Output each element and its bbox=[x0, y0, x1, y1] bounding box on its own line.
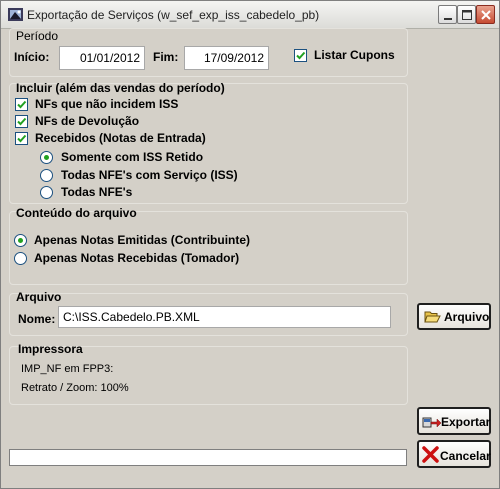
todas-nfe-servico-label: Todas NFE's com Serviço (ISS) bbox=[61, 168, 238, 182]
nfs-devolucao-checkbox[interactable] bbox=[15, 115, 28, 128]
maximize-icon bbox=[462, 10, 472, 20]
notas-recebidas-label: Apenas Notas Recebidas (Tomador) bbox=[34, 251, 240, 265]
export-icon bbox=[422, 417, 442, 428]
notas-recebidas-radio[interactable] bbox=[14, 252, 27, 265]
checkmark-icon bbox=[17, 117, 27, 126]
window-title: Exportação de Serviços (w_sef_exp_iss_ca… bbox=[27, 8, 320, 22]
cancelar-button[interactable]: Cancelar bbox=[417, 440, 491, 468]
printer-zoom-text: Retrato / Zoom: 100% bbox=[21, 382, 129, 394]
somente-iss-retido-radio[interactable] bbox=[40, 151, 53, 164]
periodo-title: Período bbox=[16, 29, 59, 43]
close-icon bbox=[481, 10, 491, 20]
checkmark-icon bbox=[17, 134, 27, 143]
incluir-title: Incluir (além das vendas do período) bbox=[16, 81, 225, 95]
nfs-devolucao-label: NFs de Devolução bbox=[35, 114, 140, 128]
nfs-nao-incidem-iss-checkbox[interactable] bbox=[15, 98, 28, 111]
checkmark-icon bbox=[296, 51, 306, 60]
title-bar[interactable]: Exportação de Serviços (w_sef_exp_iss_ca… bbox=[1, 1, 499, 29]
arquivo-button-label: Arquivo bbox=[444, 310, 490, 324]
folder-open-icon bbox=[424, 311, 441, 323]
listar-cupons-label: Listar Cupons bbox=[314, 48, 395, 62]
listar-cupons-checkbox[interactable] bbox=[294, 49, 307, 62]
todas-nfes-label: Todas NFE's bbox=[61, 185, 133, 199]
todas-nfe-servico-radio[interactable] bbox=[40, 169, 53, 182]
somente-iss-retido-label: Somente com ISS Retido bbox=[61, 150, 204, 164]
todas-nfes-radio[interactable] bbox=[40, 186, 53, 199]
exportar-button[interactable]: Exportar bbox=[417, 407, 491, 435]
recebidos-label: Recebidos (Notas de Entrada) bbox=[35, 131, 206, 145]
minimize-icon bbox=[444, 18, 452, 20]
arquivo-button[interactable]: Arquivo bbox=[417, 303, 491, 330]
checkmark-icon bbox=[17, 100, 27, 109]
fim-label: Fim: bbox=[153, 50, 179, 64]
recebidos-checkbox[interactable] bbox=[15, 132, 28, 145]
arquivo-title: Arquivo bbox=[16, 290, 62, 304]
fim-date-field[interactable]: 17/09/2012 bbox=[184, 46, 269, 70]
printer-name-text: IMP_NF em FPP3: bbox=[21, 363, 114, 375]
cancel-x-icon bbox=[422, 446, 439, 463]
conteudo-title: Conteúdo do arquivo bbox=[16, 206, 137, 220]
export-window: Exportação de Serviços (w_sef_exp_iss_ca… bbox=[0, 0, 500, 489]
inicio-date-field[interactable]: 01/01/2012 bbox=[59, 46, 145, 70]
notas-emitidas-label: Apenas Notas Emitidas (Contribuinte) bbox=[34, 233, 251, 247]
app-icon bbox=[8, 8, 23, 21]
nome-label: Nome: bbox=[18, 312, 56, 326]
minimize-button[interactable] bbox=[438, 5, 457, 24]
impressora-title: Impressora bbox=[18, 342, 83, 356]
maximize-button[interactable] bbox=[457, 5, 476, 24]
progress-bar bbox=[9, 449, 407, 466]
cancelar-button-label: Cancelar bbox=[440, 449, 491, 463]
conteudo-group bbox=[9, 211, 408, 285]
inicio-label: Início: bbox=[14, 50, 50, 64]
arquivo-nome-field[interactable]: C:\ISS.Cabedelo.PB.XML bbox=[58, 306, 391, 328]
nfs-nao-incidem-iss-label: NFs que não incidem ISS bbox=[35, 97, 179, 111]
exportar-button-label: Exportar bbox=[441, 415, 491, 429]
notas-emitidas-radio[interactable] bbox=[14, 234, 27, 247]
close-button[interactable] bbox=[476, 5, 495, 24]
